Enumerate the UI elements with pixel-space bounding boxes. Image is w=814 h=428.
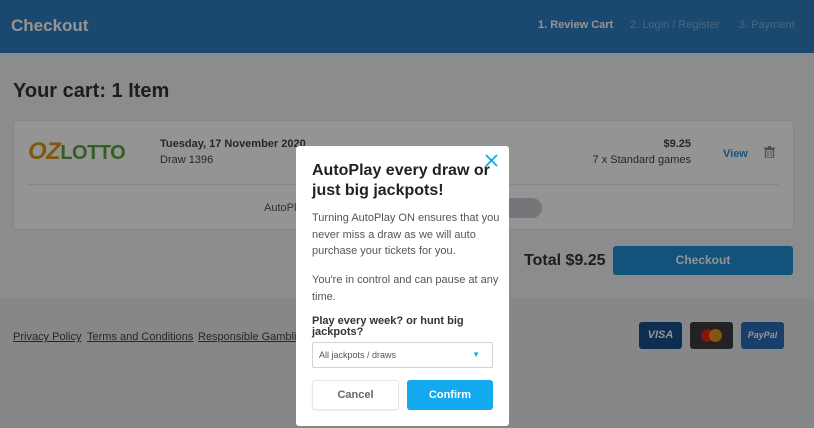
modal-paragraph-2: You're in control and can pause at any t…	[312, 274, 499, 303]
jackpot-select[interactable]: All jackpots / draws ▼	[312, 342, 493, 368]
autoplay-modal: AutoPlay every draw or just big jackpots…	[296, 146, 509, 426]
play-question: Play every week? or hunt big jackpots?	[312, 315, 464, 338]
confirm-button[interactable]: Confirm	[407, 380, 493, 410]
select-value: All jackpots / draws	[319, 350, 397, 360]
cancel-button[interactable]: Cancel	[312, 380, 399, 410]
modal-title: AutoPlay every draw or just big jackpots…	[312, 162, 490, 199]
modal-paragraph-1: Turning AutoPlay ON ensures that you nev…	[312, 212, 500, 257]
caret-down-icon: ▼	[472, 350, 480, 359]
